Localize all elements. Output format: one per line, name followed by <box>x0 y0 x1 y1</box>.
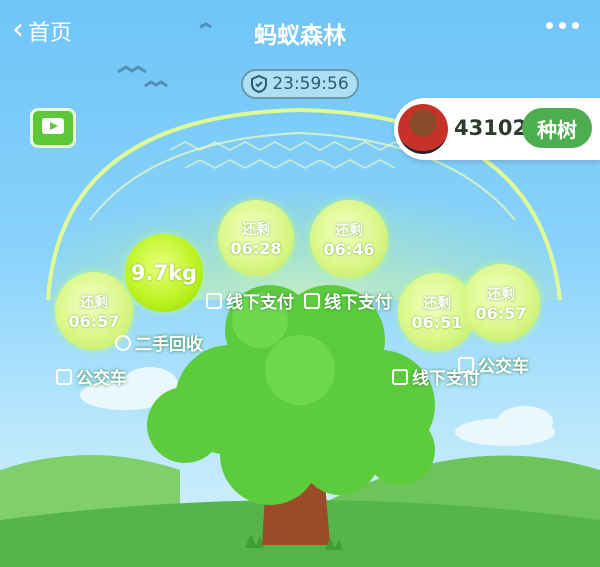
page-title: 蚂蚁森林 <box>254 23 346 49</box>
energy-source-label: 二手回收 <box>115 330 203 355</box>
video-button[interactable] <box>30 108 76 148</box>
shield-icon <box>251 75 268 93</box>
energy-bubble[interactable]: 还剩 06:57 <box>462 264 540 342</box>
payment-icon <box>206 292 222 309</box>
forest-scene: ‹ 首页 蚂蚁森林 23:59:56 43102g 种树 还剩 06:57 9.… <box>0 0 600 567</box>
energy-source-label: 线下支付 <box>304 288 392 313</box>
protection-timer[interactable]: 23:59:56 <box>241 69 359 99</box>
energy-bubble[interactable]: 还剩 06:46 <box>310 200 388 278</box>
payment-icon <box>304 292 320 309</box>
energy-source-label: 线下支付 <box>206 288 294 313</box>
energy-source-label: 公交车 <box>458 352 529 377</box>
energy-bubble-ready[interactable]: 9.7kg <box>125 234 203 312</box>
timer-text: 23:59:56 <box>272 74 349 94</box>
bus-icon <box>458 356 474 373</box>
recycle-icon <box>115 334 131 351</box>
payment-icon <box>392 368 408 385</box>
play-icon <box>42 118 64 134</box>
energy-bubble[interactable]: 还剩 06:28 <box>218 200 294 276</box>
bus-icon <box>56 368 72 385</box>
avatar[interactable] <box>398 104 448 154</box>
more-button[interactable] <box>546 22 580 32</box>
energy-source-label: 公交车 <box>56 364 127 389</box>
plant-tree-button[interactable]: 种树 <box>522 108 592 148</box>
